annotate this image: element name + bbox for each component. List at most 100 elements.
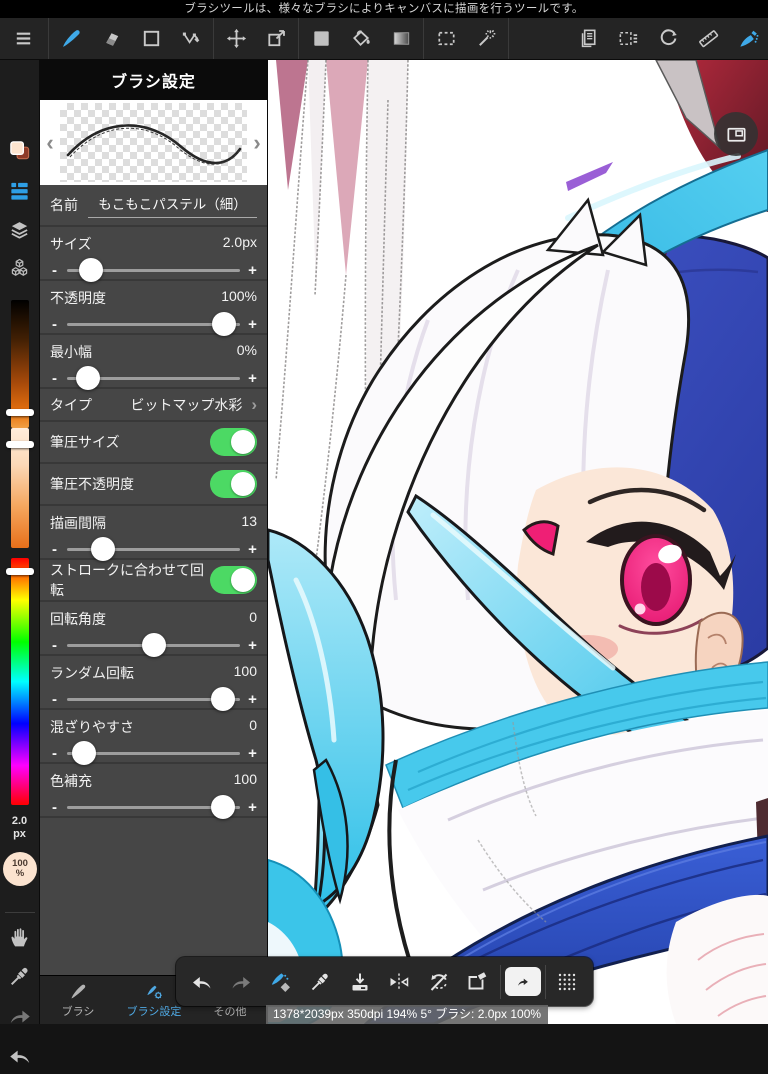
brush-tool-icon[interactable] xyxy=(51,18,91,59)
slider-knob[interactable] xyxy=(212,312,237,336)
brush-type-row[interactable]: タイプ ビットマップ水彩 › xyxy=(40,389,267,422)
layers-icon[interactable] xyxy=(0,212,39,248)
mixing-slider[interactable] xyxy=(67,741,240,765)
canvas-area[interactable] xyxy=(268,60,768,1024)
slider-label: ランダム回転 xyxy=(50,665,134,681)
draw-interval-slider[interactable] xyxy=(67,537,240,561)
minus-button[interactable]: - xyxy=(50,691,59,708)
slider-knob[interactable] xyxy=(210,795,235,819)
eyedropper-icon[interactable] xyxy=(0,958,39,994)
prev-brush-arrow[interactable]: ‹ xyxy=(40,130,60,156)
plus-button[interactable]: + xyxy=(248,745,257,762)
plus-button[interactable]: + xyxy=(248,262,257,279)
brush-eraser-toggle-button[interactable] xyxy=(261,957,301,1006)
min-width-slider[interactable] xyxy=(67,366,240,390)
rotate-with-stroke-toggle[interactable] xyxy=(210,566,257,594)
undo-icon[interactable] xyxy=(0,1038,39,1074)
brush-name-value[interactable]: もこもこパステル（細） xyxy=(88,193,257,218)
select-tool-icon[interactable] xyxy=(426,18,466,59)
menu-icon[interactable] xyxy=(0,18,46,59)
brush-icon xyxy=(69,982,88,1001)
plus-button[interactable]: + xyxy=(248,316,257,333)
slider-knob[interactable] xyxy=(75,366,100,390)
color-refill-slider[interactable] xyxy=(67,795,240,819)
plus-button[interactable]: + xyxy=(248,637,257,654)
hand-tool-icon[interactable] xyxy=(0,918,39,954)
polyline-pen-tool-icon[interactable] xyxy=(171,18,211,59)
reset-rotation-button[interactable] xyxy=(419,957,459,1006)
slider-knob[interactable] xyxy=(72,741,97,765)
hue-slider-handle[interactable] xyxy=(6,568,34,575)
magic-wand-tool-icon[interactable] xyxy=(466,18,506,59)
minus-button[interactable]: - xyxy=(50,316,59,333)
undo-button[interactable] xyxy=(182,957,222,1006)
clear-button[interactable] xyxy=(459,957,499,1006)
main-toolbar xyxy=(0,18,768,60)
random-rotation-slider[interactable] xyxy=(67,687,240,711)
hue-slider-bar[interactable] xyxy=(11,558,29,805)
plus-button[interactable]: + xyxy=(248,370,257,387)
brush-size-indicator: 2.0 px xyxy=(0,815,39,841)
left-sidebar: 2.0 px 100 % xyxy=(0,60,40,1024)
redo-button[interactable] xyxy=(222,957,262,1006)
rotation-angle-row: 回転角度 0 - + xyxy=(40,602,267,657)
slider-knob[interactable] xyxy=(141,633,166,657)
panel-pages-icon[interactable] xyxy=(568,18,608,59)
gradient-tool-icon[interactable] xyxy=(381,18,421,59)
draw-interval-row: 描画間隔 13 - + xyxy=(40,506,267,561)
size-slider[interactable] xyxy=(67,258,240,282)
pressure-size-row: 筆圧サイズ xyxy=(40,422,267,464)
minus-button[interactable]: - xyxy=(50,745,59,762)
rotation-angle-slider[interactable] xyxy=(67,633,240,657)
panel-empty-area xyxy=(40,818,267,975)
plus-button[interactable]: + xyxy=(248,541,257,558)
save-button[interactable] xyxy=(340,957,380,1006)
slider-value: 100% xyxy=(221,288,257,304)
flip-horizontal-button[interactable] xyxy=(380,957,420,1006)
slider-knob[interactable] xyxy=(91,537,116,561)
value-slider-handle[interactable] xyxy=(6,409,34,416)
next-brush-arrow[interactable]: › xyxy=(247,130,267,156)
minus-button[interactable]: - xyxy=(50,637,59,654)
paint-bucket-tool-icon[interactable] xyxy=(341,18,381,59)
navigator-window-button[interactable] xyxy=(714,112,758,156)
rotate-canvas-icon[interactable] xyxy=(648,18,688,59)
canvas-status-bar: 1378*2039px 350dpi 194% 5° ブラシ: 2.0px 10… xyxy=(266,1005,549,1024)
plus-button[interactable]: + xyxy=(248,799,257,816)
size-row: サイズ 2.0px - + xyxy=(40,227,267,282)
pressure-size-toggle[interactable] xyxy=(210,428,257,456)
quick-arrow-button[interactable] xyxy=(503,957,543,1006)
airbrush-tool-icon[interactable] xyxy=(728,18,768,59)
minus-button[interactable]: - xyxy=(50,370,59,387)
eraser-tool-icon[interactable] xyxy=(91,18,131,59)
window-icon xyxy=(725,123,748,146)
plus-button[interactable]: + xyxy=(248,691,257,708)
select-menu-icon[interactable] xyxy=(608,18,648,59)
type-label: タイプ xyxy=(50,396,92,413)
eyedropper-button[interactable] xyxy=(301,957,341,1006)
minus-button[interactable]: - xyxy=(50,541,59,558)
saturation-slider-handle[interactable] xyxy=(6,441,34,448)
slider-knob[interactable] xyxy=(79,258,104,282)
current-color-opacity-circle[interactable]: 100 % xyxy=(3,852,37,886)
drag-handle[interactable] xyxy=(548,957,588,1006)
brush-list-icon[interactable] xyxy=(0,172,39,208)
slider-value: 13 xyxy=(241,513,257,529)
materials-icon[interactable] xyxy=(0,250,39,286)
shape-rectangle-tool-icon[interactable] xyxy=(131,18,171,59)
tab-brush[interactable]: ブラシ xyxy=(40,976,116,1024)
fill-rectangle-tool-icon[interactable] xyxy=(301,18,341,59)
minus-button[interactable]: - xyxy=(50,262,59,279)
redo-icon[interactable] xyxy=(0,998,39,1034)
opacity-slider[interactable] xyxy=(67,312,240,336)
brush-preview: ‹ › xyxy=(40,100,267,185)
slider-knob[interactable] xyxy=(210,687,235,711)
move-tool-icon[interactable] xyxy=(216,18,256,59)
slider-label: 混ざりやすさ xyxy=(50,719,134,735)
transform-tool-icon[interactable] xyxy=(256,18,296,59)
minus-button[interactable]: - xyxy=(50,799,59,816)
slider-label: 最小幅 xyxy=(50,344,92,360)
pressure-opacity-toggle[interactable] xyxy=(210,470,257,498)
ruler-icon[interactable] xyxy=(688,18,728,59)
color-swatches-icon[interactable] xyxy=(0,132,39,168)
